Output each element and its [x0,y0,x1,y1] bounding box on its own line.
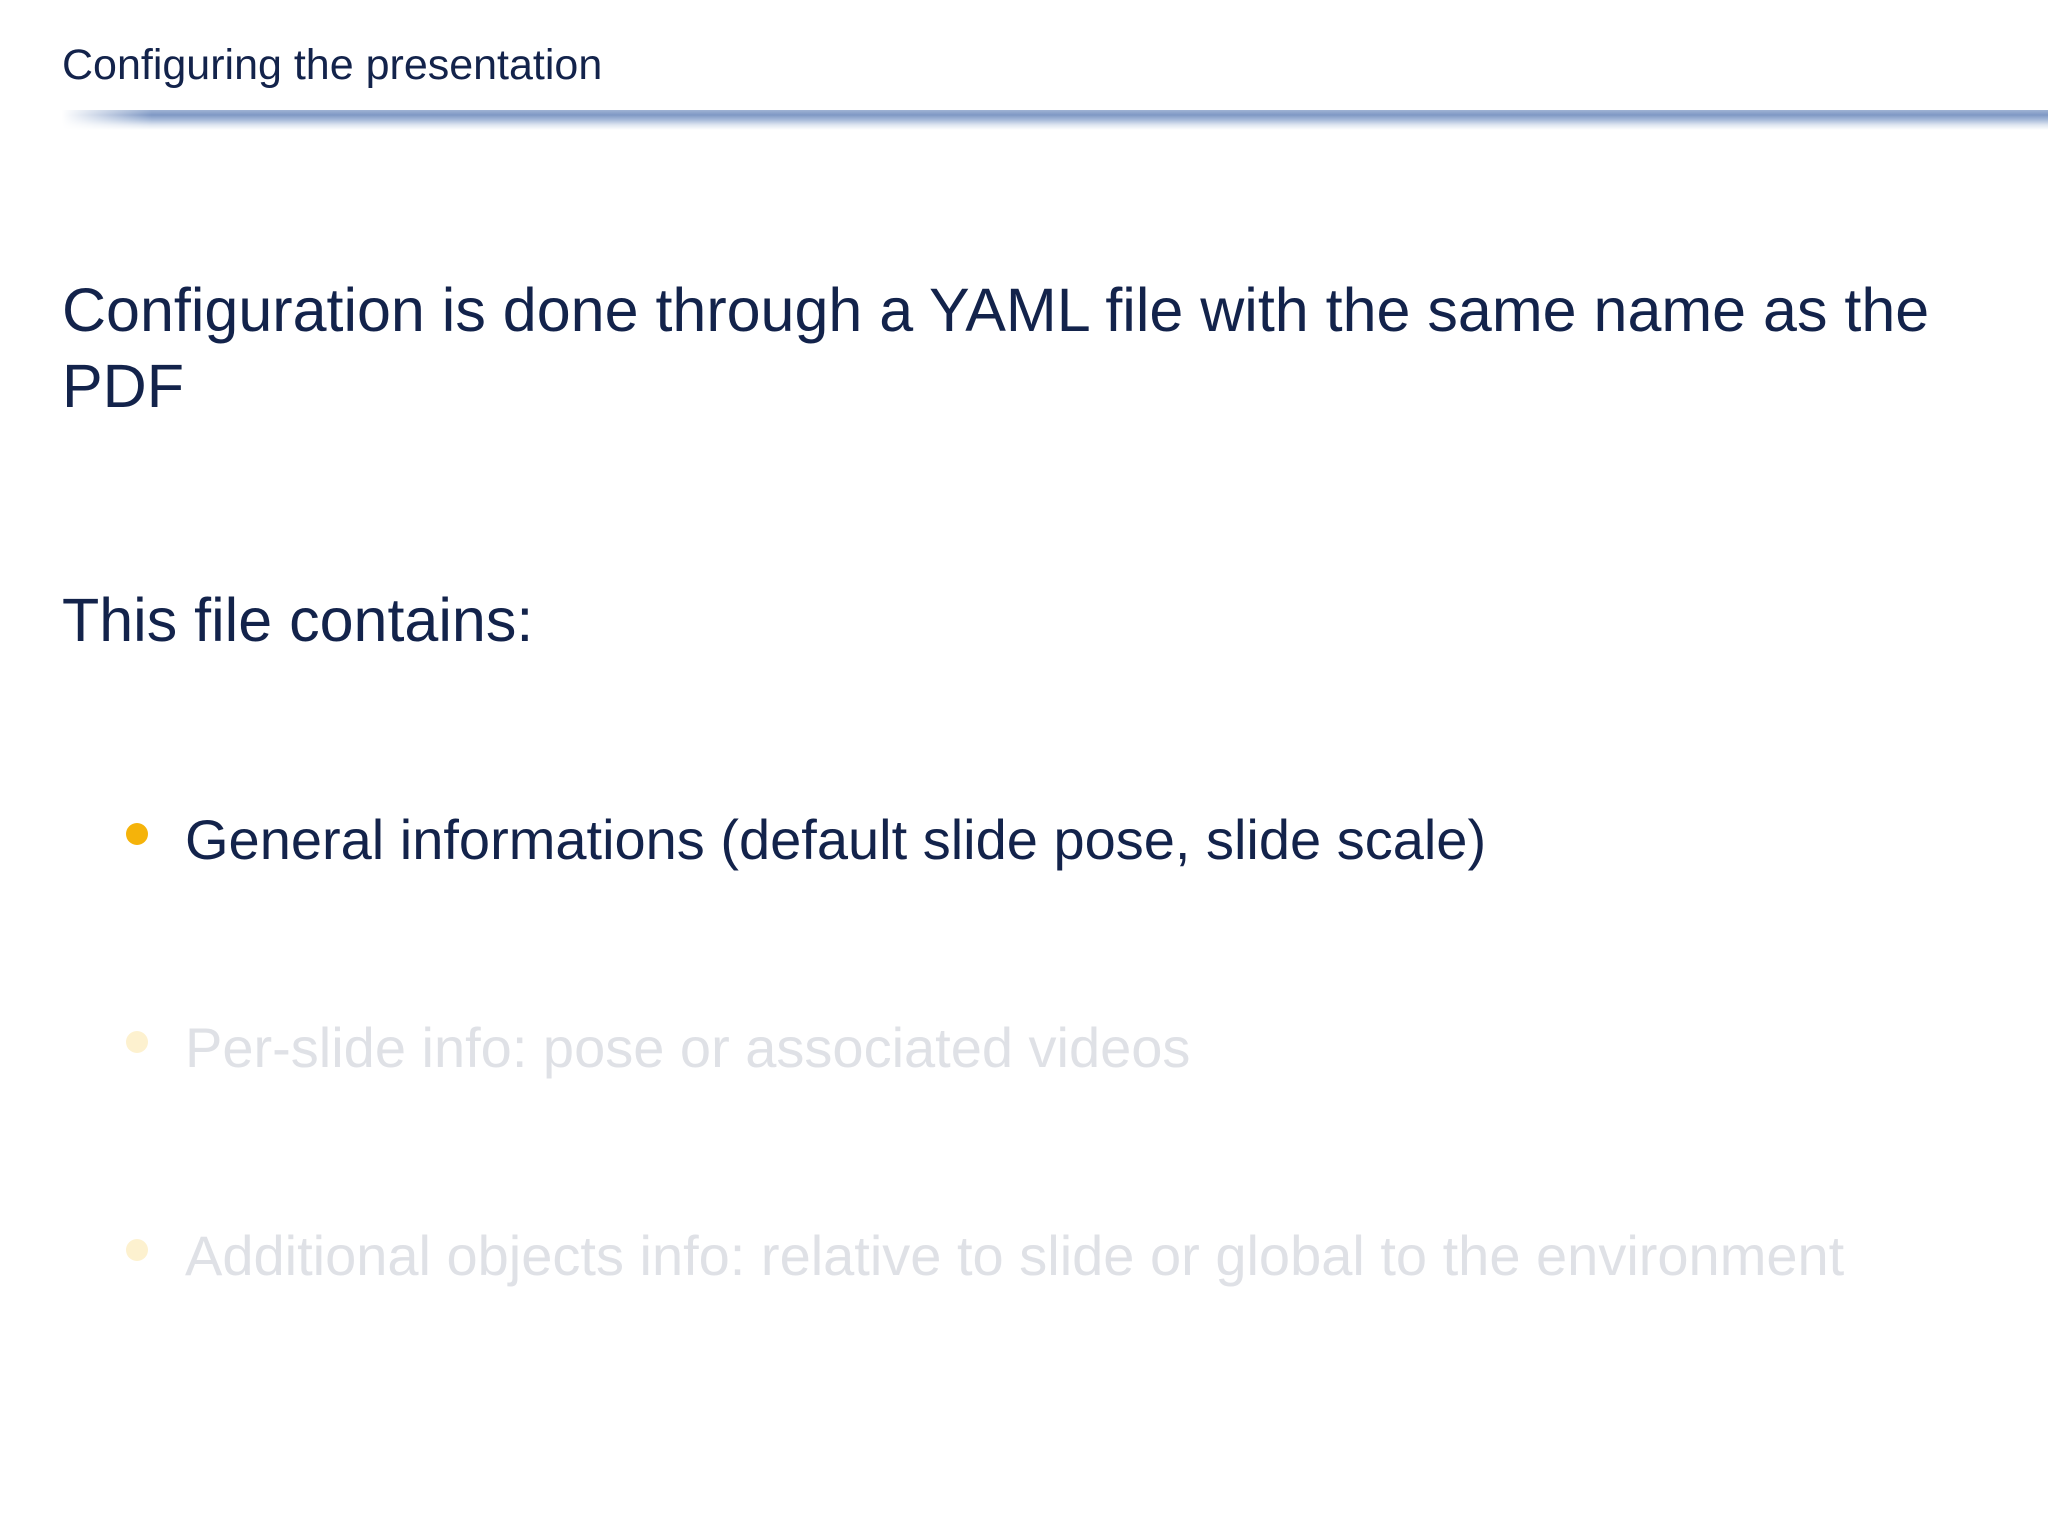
bullet-dot-icon [126,823,148,845]
title-rule [62,110,2048,130]
bullet-text: Per-slide info: pose or associated video… [185,1016,1191,1079]
bullet-dot-icon [126,1031,148,1053]
bullet-dot-icon [126,1239,148,1261]
contains-label: This file contains: [62,586,534,654]
intro-text: Configuration is done through a YAML fil… [62,276,1930,420]
slide: Configuring the presentation Configurati… [0,0,2048,1536]
bullet-text: Additional objects info: relative to sli… [185,1224,1845,1287]
title-rule-fade [62,110,152,130]
frame-title: Configuring the presentation [62,41,603,89]
bullet-text: General informations (default slide pose… [185,808,1487,871]
